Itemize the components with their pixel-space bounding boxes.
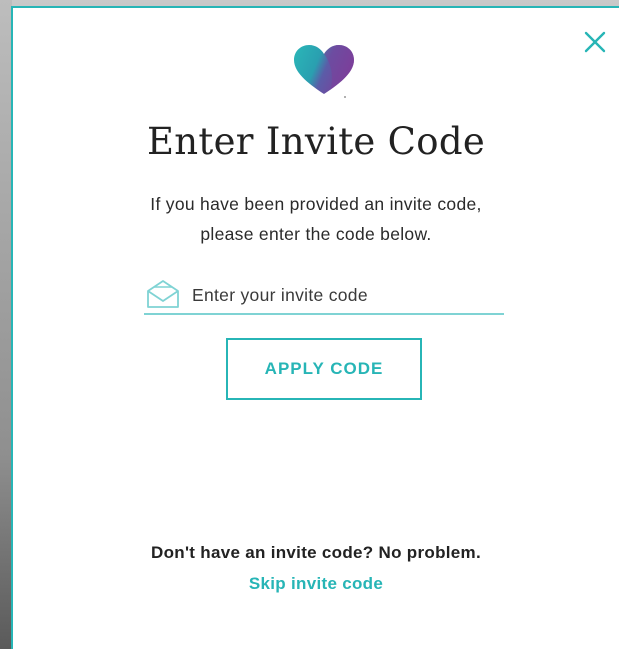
close-button[interactable] — [583, 30, 607, 54]
no-code-message: Don't have an invite code? No problem. — [151, 543, 481, 562]
apply-code-button[interactable]: APPLY CODE — [226, 338, 422, 400]
invite-code-input[interactable] — [192, 282, 492, 308]
description-line-2: please enter the code below. — [200, 224, 432, 244]
close-icon — [584, 31, 606, 53]
invite-code-modal: Enter Invite Code If you have been provi… — [11, 6, 619, 649]
invite-code-field — [144, 279, 504, 315]
page-title: Enter Invite Code — [146, 120, 486, 163]
heart-logo-icon — [294, 45, 354, 98]
skip-invite-code-link-row: Skip invite code — [13, 574, 619, 594]
skip-invite-code-link[interactable]: Skip invite code — [249, 574, 383, 593]
description-line-1: If you have been provided an invite code… — [150, 194, 482, 214]
envelope-icon — [147, 280, 179, 308]
